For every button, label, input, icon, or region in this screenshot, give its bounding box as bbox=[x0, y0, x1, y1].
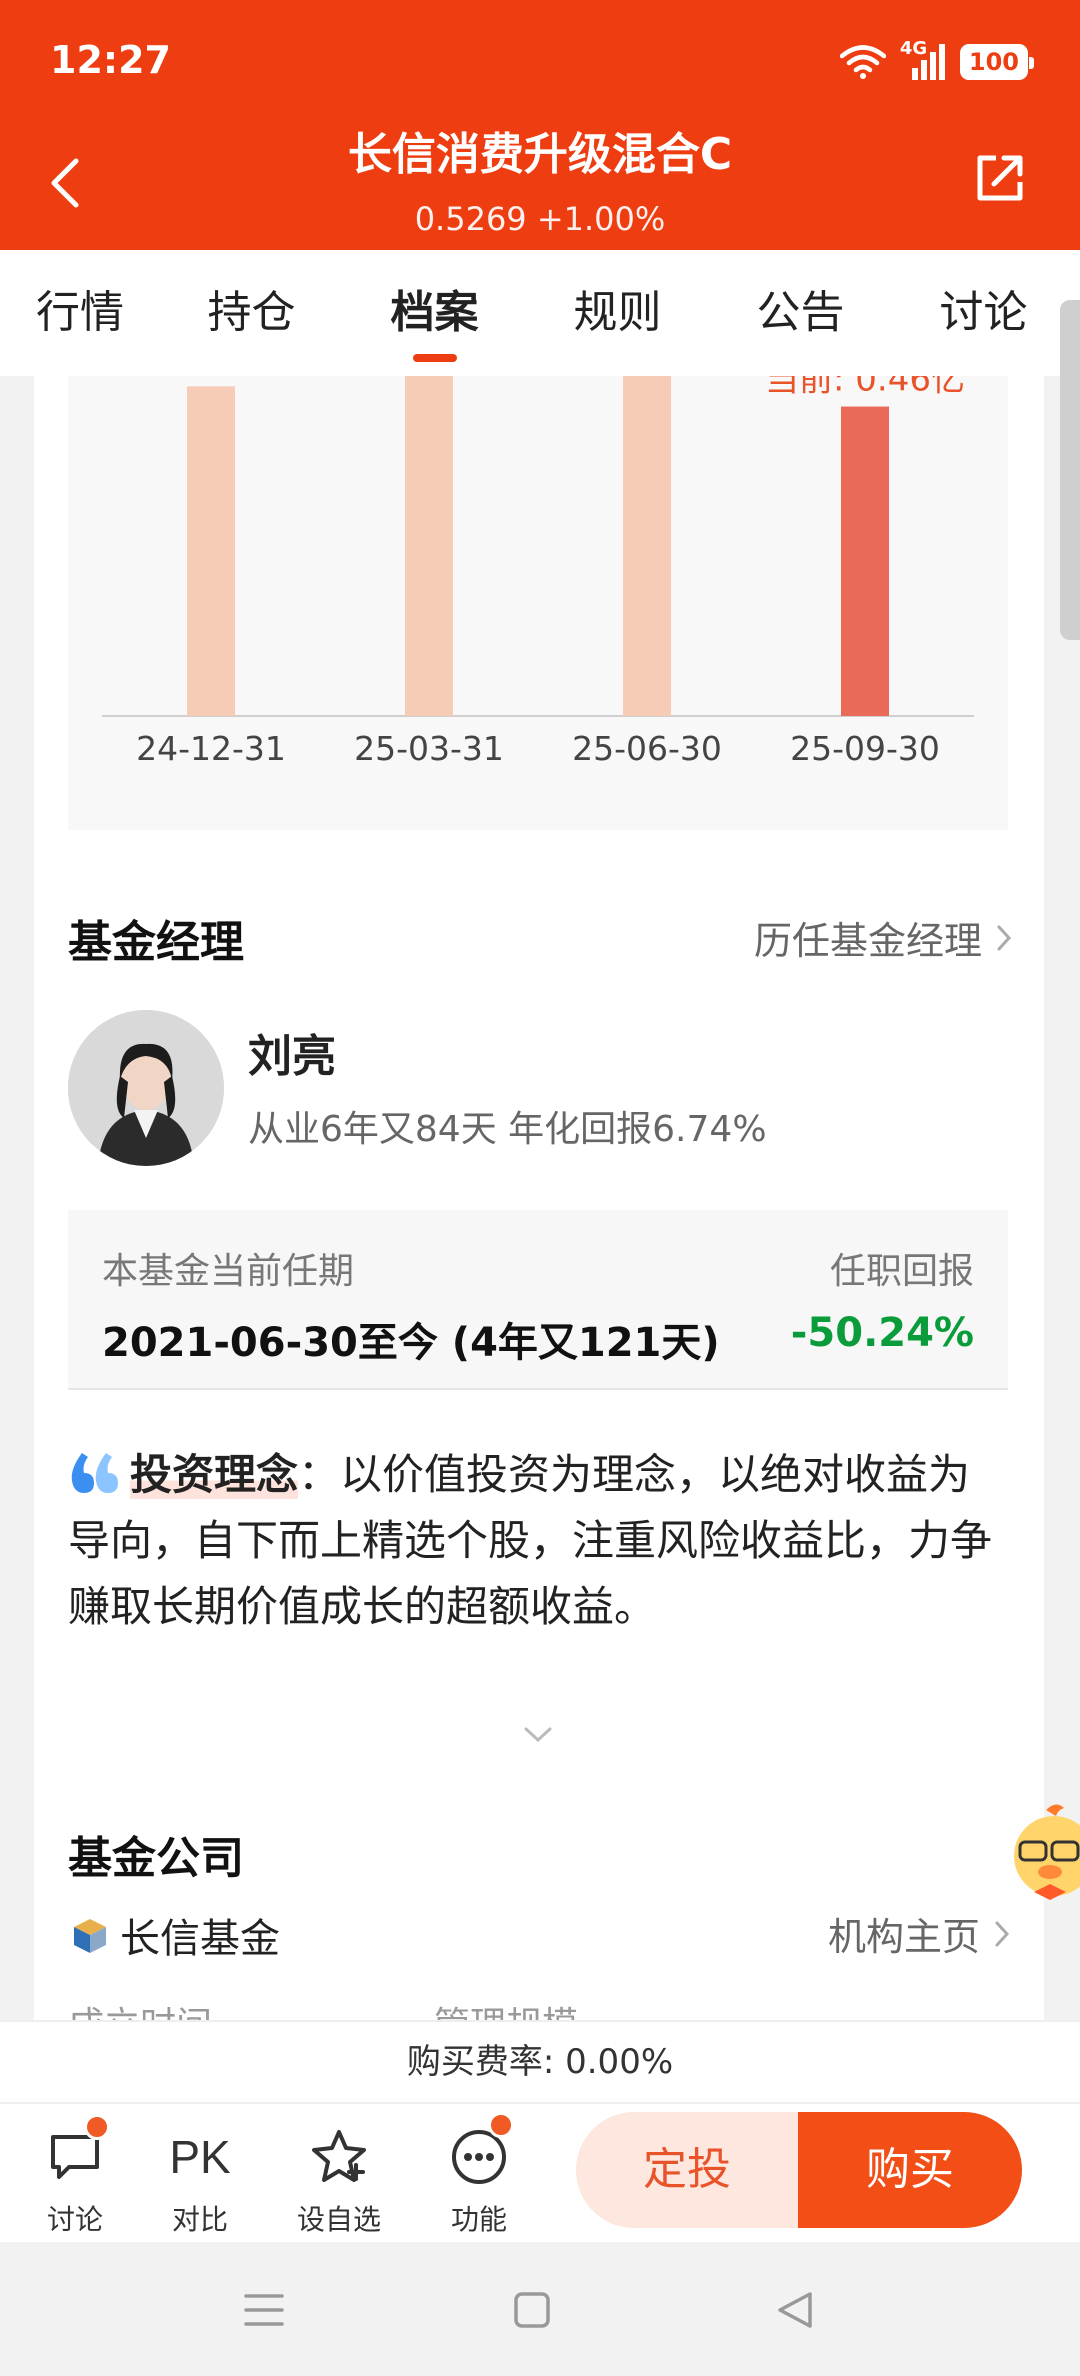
signal-icon: 4G bbox=[900, 38, 946, 82]
fund-size-chart: 0.49亿24-12-310.52亿25-03-310.51亿25-06-30当… bbox=[68, 376, 1008, 830]
active-tab-indicator bbox=[412, 354, 457, 362]
tenure-period: 2021-06-30至今 (4年又121天) bbox=[102, 1320, 720, 1366]
company-name: 长信基金 bbox=[120, 1916, 280, 1962]
tab-discussion[interactable]: 讨论 bbox=[892, 250, 1075, 376]
manager-description: 从业6年又84天 年化回报6.74% bbox=[248, 1109, 767, 1150]
chart-canvas: 0.49亿24-12-310.52亿25-03-310.51亿25-06-30当… bbox=[102, 376, 974, 768]
app-header: 12:27 4G 100 长信消费升级混合C 0.5269 +1.00% bbox=[0, 0, 1080, 250]
more-functions-label: 功能 bbox=[450, 2203, 507, 2236]
investment-philosophy: 投资理念：以价值投资为理念，以绝对收益为导向，自下而上精选个股，注重风险收益比，… bbox=[68, 1442, 1008, 1640]
status-bar: 12:27 4G 100 bbox=[0, 0, 1080, 120]
tab-label: 档案 bbox=[390, 287, 479, 338]
chart-x-tick-label: 25-09-30 bbox=[790, 729, 940, 768]
status-icons: 4G 100 bbox=[839, 38, 1035, 84]
tenure-return-value: -50.24% bbox=[790, 1310, 974, 1356]
compare-button[interactable]: PK 对比 bbox=[145, 2122, 255, 2238]
chart-data-label: 当前: 0.46亿 bbox=[765, 376, 965, 400]
purchase-fee: 购买费率: 0.00% bbox=[0, 2020, 1080, 2102]
manager-section-title: 基金经理 bbox=[68, 917, 244, 968]
discuss-button[interactable]: 讨论 bbox=[20, 2114, 130, 2238]
manager-history-link[interactable]: 历任基金经理 bbox=[754, 910, 1012, 965]
tab-label: 持仓 bbox=[207, 287, 296, 338]
chart-x-tick-label: 25-03-31 bbox=[354, 729, 504, 768]
tab-label: 公告 bbox=[756, 287, 845, 338]
notification-badge bbox=[488, 2112, 514, 2138]
share-button[interactable] bbox=[972, 150, 1032, 210]
system-nav-bar bbox=[0, 2242, 1080, 2376]
tenure-label: 本基金当前任期 bbox=[102, 1251, 355, 1292]
tab-announcements[interactable]: 公告 bbox=[709, 250, 892, 376]
company-row[interactable]: 长信基金 机构主页 bbox=[68, 1900, 1010, 1962]
philosophy-title: 投资理念 bbox=[130, 1450, 299, 1499]
tab-holdings[interactable]: 持仓 bbox=[160, 250, 343, 376]
tab-bar: 行情 持仓 档案 规则 公告 讨论 bbox=[0, 250, 1080, 376]
star-icon bbox=[312, 2130, 366, 2182]
founded-label: 成立时间 bbox=[68, 1996, 212, 2020]
compare-label: 对比 bbox=[171, 2203, 228, 2236]
tab-label: 行情 bbox=[36, 287, 124, 338]
tab-profile[interactable]: 档案 bbox=[343, 250, 526, 376]
chart-bar bbox=[841, 406, 889, 716]
tab-label: 讨论 bbox=[939, 287, 1028, 338]
notification-badge bbox=[84, 2114, 110, 2140]
add-watchlist-button[interactable]: 设自选 bbox=[284, 2122, 394, 2238]
manager-history-label: 历任基金经理 bbox=[753, 919, 982, 963]
aum-label: 管理规模 bbox=[434, 1996, 578, 2020]
chevron-right-icon bbox=[997, 925, 1012, 950]
tab-market[interactable]: 行情 bbox=[0, 250, 160, 376]
battery-icon: 100 bbox=[959, 44, 1035, 80]
pk-icon: PK bbox=[169, 2131, 231, 2183]
share-icon bbox=[977, 155, 1023, 201]
more-functions-button[interactable]: 功能 bbox=[424, 2112, 534, 2238]
chevron-down-icon bbox=[524, 1727, 552, 1743]
auto-invest-button[interactable]: 定投 bbox=[576, 2112, 798, 2228]
avatar-image bbox=[68, 1010, 224, 1166]
scrollbar[interactable] bbox=[1060, 300, 1080, 640]
company-homepage-label: 机构主页 bbox=[827, 1915, 980, 1959]
profile-card: 0.49亿24-12-310.52亿25-03-310.51亿25-06-30当… bbox=[34, 376, 1044, 2020]
tab-label: 规则 bbox=[573, 287, 662, 338]
menu-icon[interactable] bbox=[244, 2292, 284, 2328]
expand-button[interactable] bbox=[516, 1720, 560, 1750]
chart-bar bbox=[187, 386, 235, 716]
company-logo-icon bbox=[74, 1919, 106, 1953]
company-name-block: 长信基金 bbox=[68, 1906, 280, 1964]
discuss-label: 讨论 bbox=[46, 2203, 103, 2236]
chevron-right-icon bbox=[995, 1921, 1010, 1946]
chart-x-tick-label: 25-06-30 bbox=[572, 729, 722, 768]
tab-rules[interactable]: 规则 bbox=[526, 250, 709, 376]
tenure-box: 本基金当前任期 任职回报 2021-06-30至今 (4年又121天) -50.… bbox=[68, 1210, 1008, 1390]
manager-avatar[interactable] bbox=[68, 1010, 224, 1166]
home-icon[interactable] bbox=[514, 2292, 550, 2328]
floating-mascot[interactable] bbox=[1012, 1800, 1080, 1910]
buy-button[interactable]: 购买 bbox=[798, 2112, 1022, 2228]
quote-icon bbox=[71, 1453, 118, 1493]
add-watchlist-label: 设自选 bbox=[296, 2203, 381, 2236]
mascot-icon bbox=[1014, 1804, 1080, 1900]
manager-name[interactable]: 刘亮 bbox=[248, 1020, 336, 1084]
company-section-title: 基金公司 bbox=[68, 1833, 244, 1884]
chart-bar bbox=[405, 376, 453, 716]
fund-nav-change: 0.5269 +1.00% bbox=[414, 200, 666, 238]
chart-bar bbox=[623, 376, 671, 716]
chart-x-tick-label: 24-12-31 bbox=[136, 729, 286, 768]
page-title: 长信消费升级混合C bbox=[347, 129, 733, 180]
wifi-icon bbox=[839, 45, 886, 79]
chart-data-label: 0.49亿 bbox=[156, 376, 266, 379]
status-time: 12:27 bbox=[50, 38, 171, 82]
company-homepage-link[interactable]: 机构主页 bbox=[828, 1906, 1010, 1961]
back-nav-icon[interactable] bbox=[776, 2290, 816, 2330]
tenure-return-label: 任职回报 bbox=[829, 1251, 974, 1292]
